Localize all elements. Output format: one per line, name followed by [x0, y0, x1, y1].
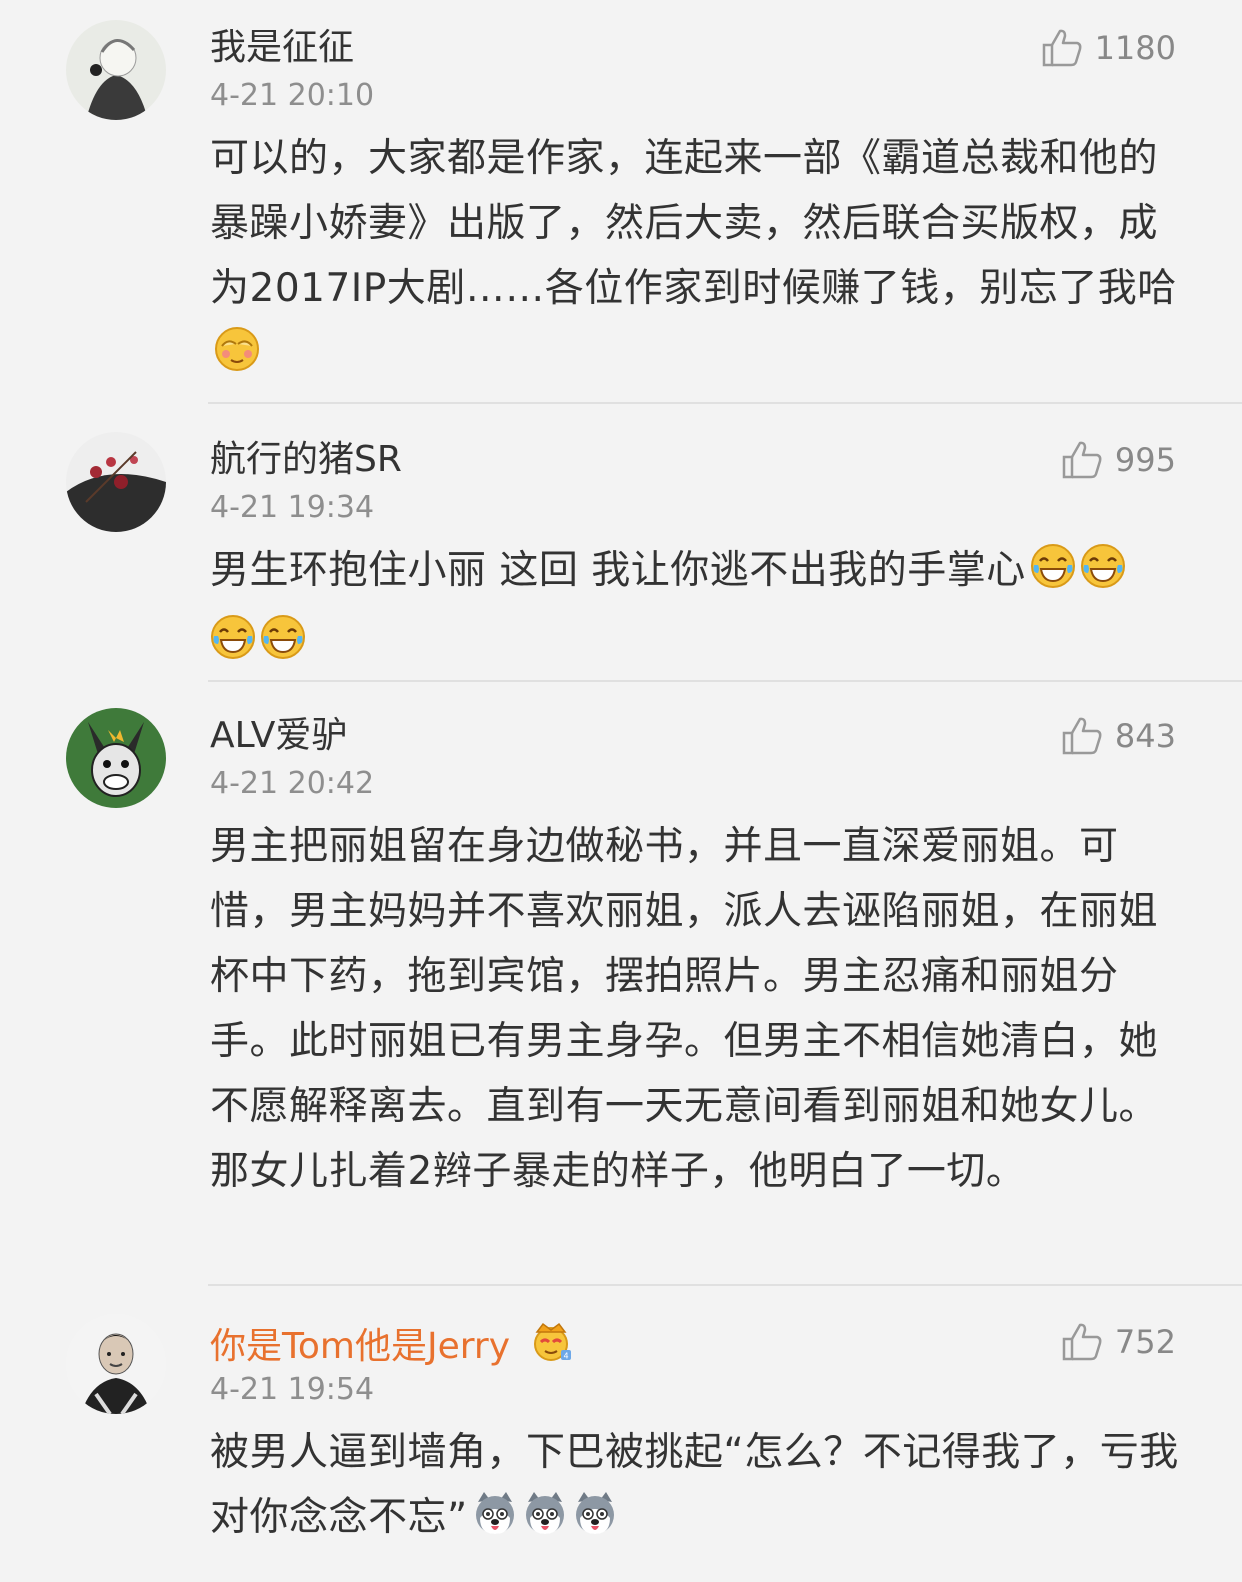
- comment-text-content: 男主把丽姐留在身边做秘书，并且一直深爱丽姐。可惜，男主妈妈并不喜欢丽姐，派人去诬…: [210, 824, 1159, 1194]
- comment-text-content: 男生环抱住小丽 这回 我让你逃不出我的手掌心: [210, 548, 1026, 593]
- laugh-cry-emoji: [1030, 543, 1076, 609]
- thumbs-up-icon: [1062, 717, 1102, 755]
- laugh-cry-emoji: [260, 614, 306, 680]
- timestamp: 4-21 20:10: [210, 78, 375, 113]
- comment-text-content: 可以的，大家都是作家，连起来一部《霸道总裁和他的暴躁小娇妻》出版了，然后大卖，然…: [210, 136, 1177, 311]
- like-count: 843: [1114, 717, 1176, 755]
- laugh-cry-emoji: [1080, 543, 1126, 609]
- like-count: 1180: [1094, 29, 1176, 67]
- thumbs-up-icon: [1062, 1323, 1102, 1361]
- comment-text: 被男人逼到墙角，下巴被挑起“怎么？不记得我了，亏我对你念念不忘”: [210, 1420, 1180, 1556]
- like-button[interactable]: 843: [1061, 714, 1176, 758]
- laugh-cry-emoji: [210, 614, 256, 680]
- timestamp: 4-21 19:34: [210, 490, 375, 525]
- timestamp: 4-21 19:54: [210, 1372, 375, 1407]
- comment-text-content: 被男人逼到墙角，下巴被挑起“怎么？不记得我了，亏我对你念念不忘”: [210, 1430, 1179, 1540]
- divider: [208, 1284, 1242, 1286]
- divider: [208, 402, 1242, 404]
- username[interactable]: ALV爱驴: [210, 714, 347, 758]
- like-button[interactable]: 752: [1061, 1320, 1176, 1364]
- comment-text: 可以的，大家都是作家，连起来一部《霸道总裁和他的暴躁小娇妻》出版了，然后大卖，然…: [210, 126, 1180, 392]
- avatar[interactable]: [66, 1314, 166, 1414]
- svg-text:4: 4: [564, 1352, 569, 1361]
- thumbs-up-icon: [1062, 441, 1102, 479]
- husky-emoji: [472, 1490, 518, 1556]
- thumbs-up-icon: [1042, 29, 1081, 67]
- husky-emoji: [522, 1490, 568, 1556]
- like-button[interactable]: 1180: [1041, 26, 1176, 70]
- shy-face-emoji: [214, 326, 260, 392]
- avatar[interactable]: [66, 20, 166, 120]
- husky-emoji: [572, 1490, 618, 1556]
- like-count: 752: [1114, 1323, 1176, 1361]
- avatar[interactable]: [66, 432, 166, 532]
- timestamp: 4-21 20:42: [210, 766, 375, 801]
- username[interactable]: 你是Tom他是Jerry 4: [210, 1320, 573, 1373]
- username[interactable]: 航行的猪SR: [210, 438, 402, 482]
- comment-text: 男生环抱住小丽 这回 我让你逃不出我的手掌心: [210, 538, 1180, 680]
- username-text: 你是Tom他是Jerry: [210, 1326, 511, 1367]
- comment-text: 男主把丽姐留在身边做秘书，并且一直深爱丽姐。可惜，男主妈妈并不喜欢丽姐，派人去诬…: [210, 814, 1180, 1204]
- username[interactable]: 我是征征: [210, 26, 354, 70]
- like-button[interactable]: 995: [1061, 438, 1176, 482]
- crown-badge-icon: 4: [529, 1320, 573, 1373]
- like-count: 995: [1114, 441, 1176, 479]
- divider: [208, 680, 1242, 682]
- avatar[interactable]: [66, 708, 166, 808]
